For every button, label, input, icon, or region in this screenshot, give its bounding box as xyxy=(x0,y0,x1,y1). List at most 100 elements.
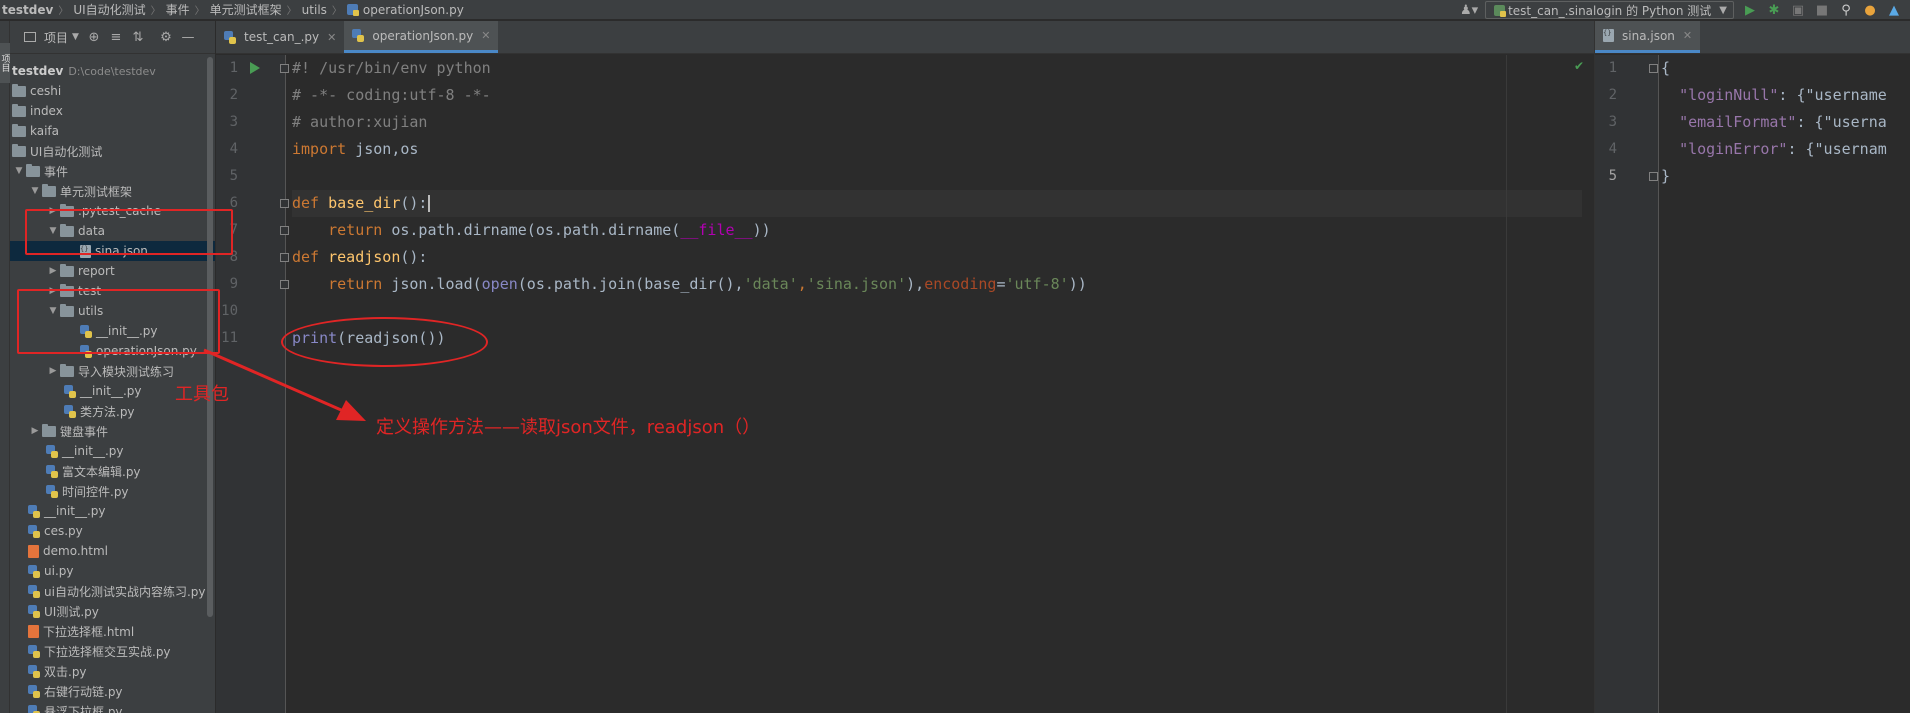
chevron-down-icon[interactable]: ▼ xyxy=(28,186,42,196)
split-editor: sina.json ✕ 1 2 3 4 5 { "loginNull": {"u… xyxy=(1594,21,1910,713)
tree-item-hover-dropdown[interactable]: 悬浮下拉框.py xyxy=(10,701,215,713)
chevron-down-icon[interactable]: ▼ xyxy=(12,166,26,176)
fold-icon[interactable] xyxy=(1649,64,1658,73)
fold-icon[interactable] xyxy=(280,253,289,262)
tree-item-label: 事件 xyxy=(44,164,69,179)
tree-item-import-practice[interactable]: ▶ 导入模块测试练习 xyxy=(10,361,215,381)
tree-item-ces[interactable]: ces.py xyxy=(10,521,215,541)
tree-item-events-init[interactable]: __init__.py xyxy=(10,441,215,461)
chevron-right-icon: 〉 xyxy=(58,6,69,17)
tree-item-right-click[interactable]: 右键行动链.py xyxy=(10,681,215,701)
tree-item-label: 键盘事件 xyxy=(60,424,109,439)
jetbrains-icon[interactable]: ▲ xyxy=(1886,2,1902,18)
tab-test-can[interactable]: test_can_.py ✕ xyxy=(216,21,344,53)
line-number: 4 xyxy=(1608,141,1617,157)
collapse-all-icon[interactable]: ⇅ xyxy=(131,30,145,45)
fold-icon[interactable] xyxy=(280,64,289,73)
code-line: "loginError": {"usernam xyxy=(1661,136,1887,163)
code-keyword: return xyxy=(328,275,383,293)
tree-item-select-html[interactable]: 下拉选择框.html xyxy=(10,621,215,641)
run-icon[interactable]: ▶ xyxy=(1742,2,1758,18)
tree-item-unittest[interactable]: ▼ 单元测试框架 xyxy=(10,181,215,201)
tree-item-ui-practice[interactable]: ui自动化测试实战内容练习.py xyxy=(10,581,215,601)
debug-icon[interactable]: ✱ xyxy=(1766,2,1782,18)
python-file-icon xyxy=(64,384,76,398)
fold-icon[interactable] xyxy=(280,280,289,289)
split-editor-gutter: 1 2 3 4 5 xyxy=(1595,55,1659,713)
code-string: 'sina.json' xyxy=(806,275,907,293)
inspection-ok-icon[interactable]: ✔ xyxy=(1574,59,1584,73)
search-icon[interactable]: ⚲ xyxy=(1838,2,1854,18)
fold-icon[interactable] xyxy=(280,199,289,208)
close-icon[interactable]: ✕ xyxy=(481,29,490,42)
breadcrumb-item-ui-test[interactable]: UI自动化测试 xyxy=(71,1,147,18)
tree-item-ui-test-py[interactable]: UI测试.py xyxy=(10,601,215,621)
tree-item-ui-test[interactable]: UI自动化测试 xyxy=(10,141,215,161)
code-line: import json,os xyxy=(292,136,418,163)
project-view-dropdown[interactable]: 项目 ▼ xyxy=(44,29,79,46)
minimize-icon[interactable]: — xyxy=(181,30,195,45)
code-function-name: readjson xyxy=(328,248,401,266)
user-icon[interactable]: ♟▾ xyxy=(1460,2,1478,18)
gear-icon[interactable]: ⚙ xyxy=(159,30,173,45)
python-file-icon xyxy=(28,504,40,518)
tree-item-demo-html[interactable]: demo.html xyxy=(10,541,215,561)
tree-item-label: 类方法.py xyxy=(80,404,135,419)
tree-item-ceshi[interactable]: ceshi xyxy=(10,81,215,101)
code-line: def readjson(): xyxy=(292,244,427,271)
fold-icon[interactable] xyxy=(1649,172,1658,181)
tree-item-label: testdev xyxy=(12,64,64,78)
json-key: "loginError" xyxy=(1679,140,1788,158)
tree-item-label: ceshi xyxy=(30,84,62,98)
tree-item-events[interactable]: ▼ 事件 xyxy=(10,161,215,181)
update-icon[interactable]: ● xyxy=(1862,2,1878,18)
tree-item-ui-init[interactable]: __init__.py xyxy=(10,501,215,521)
run-configuration-select[interactable]: test_can_.sinalogin 的 Python 测试 ▼ xyxy=(1485,1,1734,19)
tree-item-report[interactable]: ▶ report xyxy=(10,261,215,281)
annotation-box-data xyxy=(25,209,233,255)
tree-item-double-click[interactable]: 双击.py xyxy=(10,661,215,681)
breadcrumb-item-testdev[interactable]: testdev xyxy=(0,3,55,17)
code-line: } xyxy=(1661,163,1670,190)
tree-item-select-practice[interactable]: 下拉选择框交互实战.py xyxy=(10,641,215,661)
breadcrumb-item-file[interactable]: operationJson.py xyxy=(361,3,466,17)
python-file-icon xyxy=(46,464,58,478)
breadcrumb-item-events[interactable]: 事件 xyxy=(164,1,192,18)
chevron-right-icon[interactable]: ▶ xyxy=(46,366,60,376)
code-editor[interactable]: #! /usr/bin/env python # -*- coding:utf-… xyxy=(292,55,1582,713)
breadcrumb-item-utils[interactable]: utils xyxy=(300,3,329,17)
code-text: json.load( xyxy=(382,275,482,293)
tree-item-index[interactable]: index xyxy=(10,101,215,121)
tree-item-ui-py[interactable]: ui.py xyxy=(10,561,215,581)
json-editor[interactable]: { "loginNull": {"username "emailFormat":… xyxy=(1661,55,1910,713)
python-file-icon xyxy=(28,644,40,658)
run-gutter-icon[interactable] xyxy=(250,62,260,74)
chevron-right-icon[interactable]: ▶ xyxy=(46,266,60,276)
json-key: "loginNull" xyxy=(1679,86,1779,104)
expand-all-icon[interactable]: ≡ xyxy=(109,30,123,45)
code-comment: # author:xujian xyxy=(292,113,428,131)
breadcrumb-item-unittest[interactable]: 单元测试框架 xyxy=(208,1,284,18)
chevron-right-icon[interactable]: ▶ xyxy=(28,426,42,436)
project-tool-window-button[interactable]: 项目 xyxy=(0,43,10,83)
tree-item-testdev[interactable]: testdev D:\code\testdev xyxy=(10,61,215,81)
tab-operationjson[interactable]: operationJson.py ✕ xyxy=(344,21,499,53)
tree-item-richtext[interactable]: 富文本编辑.py xyxy=(10,461,215,481)
project-view-label: 项目 xyxy=(44,30,69,45)
tree-item-keyboard-events[interactable]: ▶ 键盘事件 xyxy=(10,421,215,441)
tab-sina-json[interactable]: sina.json ✕ xyxy=(1595,21,1701,53)
close-icon[interactable]: ✕ xyxy=(327,31,336,44)
close-icon[interactable]: ✕ xyxy=(1683,29,1692,42)
chevron-down-icon: ▼ xyxy=(1719,4,1727,16)
line-number: 2 xyxy=(1608,87,1617,103)
code-line-current: def base_dir(): xyxy=(292,190,1582,217)
line-number: 3 xyxy=(1608,114,1617,130)
tree-item-time-widget[interactable]: 时间控件.py xyxy=(10,481,215,501)
coverage-icon[interactable]: ▣ xyxy=(1790,2,1806,18)
tree-item-kaifa[interactable]: kaifa xyxy=(10,121,215,141)
stop-icon[interactable]: ■ xyxy=(1814,2,1830,18)
code-keyword: def xyxy=(292,194,320,212)
python-file-icon xyxy=(46,484,58,498)
locate-icon[interactable]: ⊕ xyxy=(87,30,101,45)
fold-icon[interactable] xyxy=(280,226,289,235)
